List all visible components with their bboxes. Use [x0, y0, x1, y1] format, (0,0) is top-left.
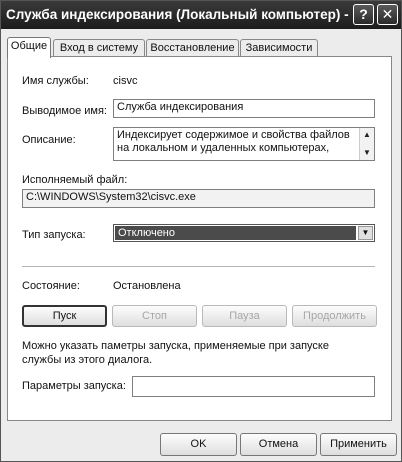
startup-type-select[interactable]: Отключено ▼ — [113, 224, 375, 242]
apply-button[interactable]: Применить — [320, 433, 397, 456]
title-bar[interactable]: Служба индексирования (Локальный компьют… — [1, 1, 401, 29]
general-tab-panel: Имя службы: cisvc Выводимое имя: Служба … — [7, 56, 392, 421]
service-properties-dialog: Служба индексирования (Локальный компьют… — [0, 0, 402, 462]
status-value: Остановлена — [113, 280, 181, 292]
scroll-up-icon[interactable]: ▲ — [360, 128, 374, 142]
close-button[interactable]: ✕ — [377, 4, 398, 25]
resume-button[interactable]: Продолжить — [292, 305, 377, 327]
start-params-label: Параметры запуска: — [22, 380, 126, 392]
help-icon: ? — [359, 6, 368, 22]
chevron-down-icon[interactable]: ▼ — [358, 226, 373, 240]
description-scrollbar[interactable]: ▲ ▼ — [359, 128, 374, 160]
service-name-value: cisvc — [113, 75, 138, 87]
executable-path-field[interactable]: C:\WINDOWS\System32\cisvc.exe — [22, 189, 375, 208]
scroll-down-icon[interactable]: ▼ — [360, 146, 374, 160]
stop-button[interactable]: Стоп — [112, 305, 197, 327]
close-icon: ✕ — [381, 6, 394, 22]
display-name-label: Выводимое имя: — [22, 105, 107, 117]
cancel-button[interactable]: Отмена — [240, 433, 317, 456]
tab-dependencies[interactable]: Зависимости — [240, 39, 318, 57]
status-label: Состояние: — [22, 280, 80, 292]
params-hint-line-1: Можно указать паметры запуска, применяем… — [22, 340, 329, 352]
window-title: Служба индексирования (Локальный компьют… — [6, 7, 364, 22]
startup-type-label: Тип запуска: — [22, 229, 86, 241]
start-params-input[interactable] — [132, 376, 375, 397]
display-name-field[interactable]: Служба индексирования — [113, 99, 375, 118]
tab-logon[interactable]: Вход в систему — [53, 39, 145, 57]
description-line-1: Индексирует содержимое и свойства файлов — [117, 129, 350, 141]
ok-button[interactable]: OK — [160, 433, 237, 456]
params-hint-line-2: службы из этого диалога. — [22, 354, 153, 366]
tab-recovery[interactable]: Восстановление — [146, 39, 239, 57]
service-name-label: Имя службы: — [22, 75, 89, 87]
startup-type-value: Отключено — [115, 226, 356, 240]
tab-general[interactable]: Общие — [7, 37, 51, 58]
executable-label: Исполняемый файл: — [22, 174, 128, 186]
pause-button[interactable]: Пауза — [202, 305, 287, 327]
help-button[interactable]: ? — [353, 4, 374, 25]
description-line-2: на локальном и удаленных компьютерах, — [117, 142, 330, 154]
start-button[interactable]: Пуск — [22, 305, 107, 327]
description-label: Описание: — [22, 134, 76, 146]
description-field[interactable]: Индексирует содержимое и свойства файлов… — [113, 127, 375, 161]
divider — [22, 266, 375, 267]
